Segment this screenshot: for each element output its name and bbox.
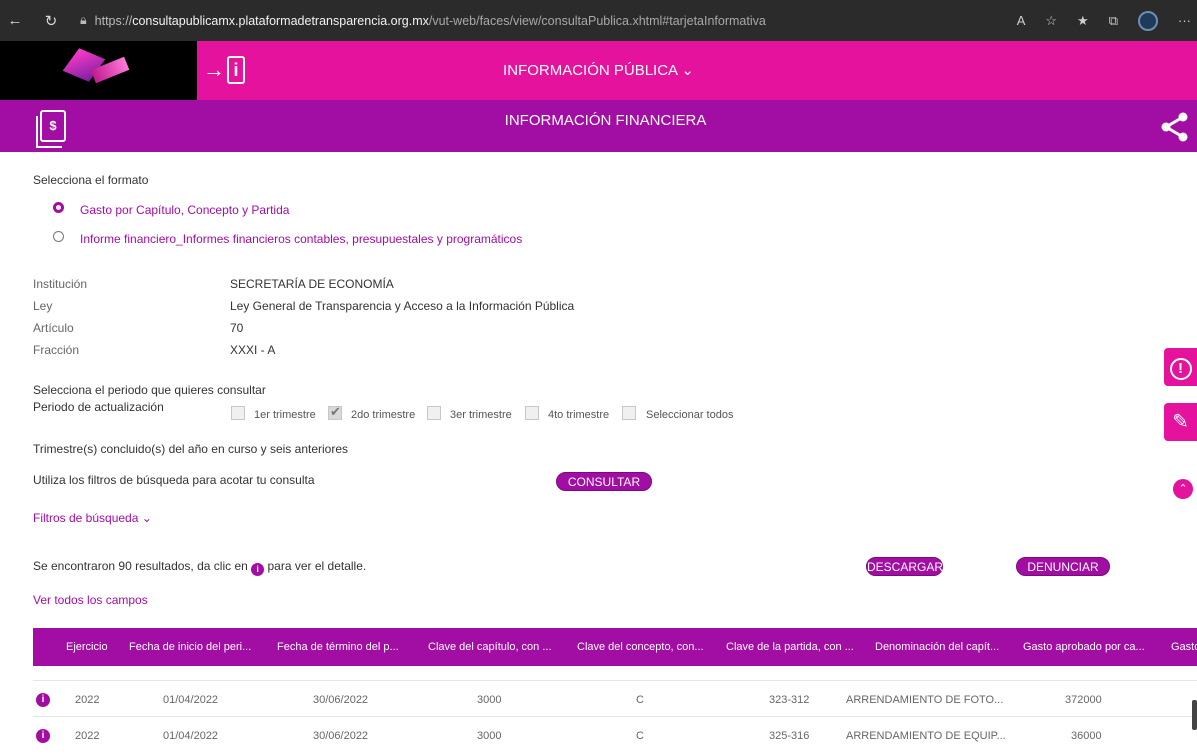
profile-avatar[interactable]: [1138, 10, 1158, 31]
checkbox-seleccionar-todos[interactable]: [622, 406, 636, 420]
descargar-button[interactable]: DESCARGAR: [866, 557, 943, 576]
favorites-icon[interactable]: ★: [1077, 13, 1089, 29]
periodo-note: Trimestre(s) concluido(s) del año en cur…: [33, 442, 349, 456]
cell-clave-capitulo: 3000: [477, 694, 502, 706]
checkbox-1er-trimestre[interactable]: [231, 406, 245, 420]
browser-toolbar: ← ↻ 🔒︎ https://consultapublicamx.platafo…: [0, 0, 1197, 41]
browser-actions: A ☆ ★ ⧉ ···: [1017, 0, 1191, 41]
radio-gasto[interactable]: [53, 202, 64, 213]
periodo-title: Selecciona el periodo que quieres consul…: [33, 383, 266, 397]
field-value-articulo: 70: [230, 321, 244, 335]
formato-label: Selecciona el formato: [33, 173, 149, 187]
checkbox-3er-trimestre[interactable]: [427, 406, 441, 420]
filtros-toggle[interactable]: Filtros de búsqueda ⌄: [33, 511, 152, 525]
scroll-up-icon[interactable]: ⌃: [1173, 479, 1193, 499]
col-denominacion[interactable]: Denominación del capít...: [875, 628, 1008, 666]
cell-gasto-aprobado: 36000: [1071, 730, 1102, 742]
cell-clave-concepto: C: [636, 730, 644, 742]
checkbox-4to-trimestre[interactable]: [525, 406, 539, 420]
col-clave-concepto[interactable]: Clave del concepto, con...: [577, 628, 710, 666]
table-scrollbar[interactable]: [1192, 700, 1197, 730]
cell-gasto-aprobado: 372000: [1065, 694, 1102, 706]
financial-document-icon: $: [36, 110, 66, 148]
back-icon[interactable]: ←: [4, 12, 26, 29]
cell-fecha-inicio: 01/04/2022: [163, 694, 219, 706]
cell-ejercicio: 2022: [75, 694, 100, 706]
results-count: Se encontraron 90 resultados, da clic en…: [33, 559, 367, 576]
lock-icon: 🔒︎: [80, 13, 87, 27]
radio-informe[interactable]: [53, 231, 64, 242]
url-protocol: https://: [94, 13, 133, 28]
favorite-add-icon[interactable]: ☆: [1045, 13, 1057, 29]
label-1er-trimestre[interactable]: 1er trimestre: [254, 409, 316, 421]
label-3er-trimestre[interactable]: 3er trimestre: [450, 409, 512, 421]
row-info-icon[interactable]: i: [36, 729, 50, 743]
cell-fecha-termino: 30/06/2022: [313, 694, 369, 706]
table-header: Ejercicio Fecha de inicio del peri... Fe…: [33, 628, 1197, 666]
col-gasto-aprobado[interactable]: Gasto aprobado por ca...: [1023, 628, 1156, 666]
table-row[interactable]: i 2022 01/04/2022 30/06/2022 3000 C 325-…: [33, 716, 1197, 754]
label-seleccionar-todos[interactable]: Seleccionar todos: [646, 409, 733, 421]
filtros-hint: Utiliza los filtros de búsqueda para aco…: [33, 473, 315, 487]
field-value-fraccion: XXXI - A: [230, 343, 276, 357]
option-informe-label[interactable]: Informe financiero_Informes financieros …: [80, 232, 522, 246]
col-fecha-inicio[interactable]: Fecha de inicio del peri...: [129, 628, 261, 666]
cell-clave-partida: 323-312: [769, 694, 810, 706]
cell-clave-capitulo: 3000: [477, 730, 502, 742]
url-host: consultapublicamx.plataformadetransparen…: [132, 13, 429, 28]
cell-clave-partida: 325-316: [769, 730, 810, 742]
col-ejercicio[interactable]: Ejercicio: [66, 628, 108, 666]
logo[interactable]: [0, 41, 197, 100]
field-label-institucion: Institución: [33, 277, 88, 291]
cell-denominacion: ARRENDAMIENTO DE FOTO...: [846, 694, 1004, 706]
denunciar-button[interactable]: DENUNCIAR: [1016, 557, 1110, 576]
cell-ejercicio: 2022: [75, 730, 100, 742]
consultar-button[interactable]: CONSULTAR: [556, 472, 652, 491]
cell-fecha-inicio: 01/04/2022: [163, 730, 219, 742]
field-label-fraccion: Fracción: [33, 343, 80, 357]
section-bar: $ INFORMACIÓN FINANCIERA: [0, 100, 1197, 152]
read-aloud-icon[interactable]: A: [1017, 13, 1026, 28]
col-clave-capitulo[interactable]: Clave del capítulo, con ...: [428, 628, 561, 666]
login-icon[interactable]: → i: [203, 55, 245, 85]
col-fecha-termino[interactable]: Fecha de término del p...: [277, 628, 407, 666]
cell-fecha-termino: 30/06/2022: [313, 730, 369, 742]
option-gasto-label[interactable]: Gasto por Capítulo, Concepto y Partida: [80, 203, 289, 217]
address-bar[interactable]: 🔒︎ https://consultapublicamx.plataformad…: [80, 13, 766, 28]
col-gasto[interactable]: Gasto: [1171, 628, 1197, 666]
field-label-articulo: Artículo: [33, 321, 74, 335]
periodo-label: Periodo de actualización: [33, 400, 164, 414]
info-icon: i: [251, 563, 265, 576]
more-icon[interactable]: ···: [1178, 13, 1191, 28]
share-icon[interactable]: [1160, 112, 1190, 142]
field-label-ley: Ley: [33, 299, 53, 313]
col-clave-partida[interactable]: Clave de la partida, con ...: [726, 628, 859, 666]
alert-icon[interactable]: !: [1164, 348, 1197, 386]
cell-clave-concepto: C: [636, 694, 644, 706]
collections-icon[interactable]: ⧉: [1109, 13, 1118, 29]
url-path: /vut-web/faces/view/consultaPublica.xhtm…: [428, 13, 766, 28]
field-value-ley: Ley General de Transparencia y Acceso a …: [230, 299, 575, 313]
reload-icon[interactable]: ↻: [40, 12, 62, 30]
cell-denominacion: ARRENDAMIENTO DE EQUIP...: [846, 730, 1006, 742]
checkbox-2do-trimestre[interactable]: [328, 404, 342, 420]
ver-todos-link[interactable]: Ver todos los campos: [33, 593, 148, 607]
field-value-institucion: SECRETARÍA DE ECONOMÍA: [230, 277, 394, 291]
table-row[interactable]: i 2022 01/04/2022 30/06/2022 3000 C 323-…: [33, 680, 1197, 718]
tools-icon[interactable]: ✎: [1164, 403, 1197, 441]
top-bar: INFORMACIÓN PÚBLICA ⌄ → i: [0, 41, 1197, 100]
row-info-icon[interactable]: i: [36, 693, 50, 707]
label-4to-trimestre[interactable]: 4to trimestre: [548, 409, 609, 421]
section-title: INFORMACIÓN FINANCIERA: [504, 112, 707, 129]
label-2do-trimestre[interactable]: 2do trimestre: [351, 409, 415, 421]
